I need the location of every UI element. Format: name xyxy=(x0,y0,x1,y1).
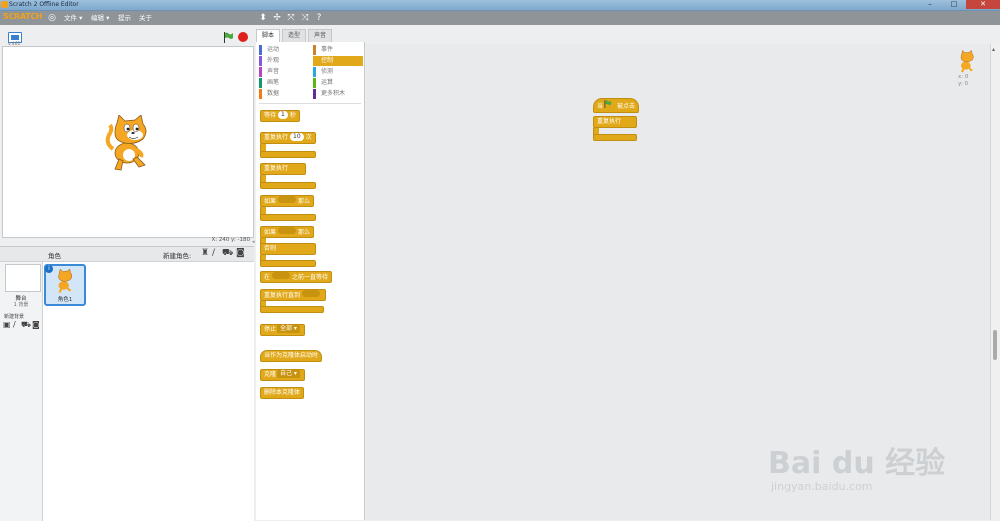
category-list: 运动 事件 外观 控制 声音 侦测 画笔 运算 数据 更多积木 xyxy=(259,45,363,100)
grow-icon[interactable]: ⤧ xyxy=(285,12,297,24)
baidu-watermark-url: jingyan.baidu.com xyxy=(771,480,873,493)
sprite-name: 角色1 xyxy=(57,297,73,303)
block-palette: 运动 事件 外观 控制 声音 侦测 画笔 运算 数据 更多积木 等待 1 秒 重复执行 10 次 重复执行… xyxy=(256,42,365,520)
block-when-clone-starts[interactable]: 当作为克隆体启动时 xyxy=(260,350,323,362)
cut-icon[interactable]: ✢ xyxy=(271,12,283,24)
scroll-thumb[interactable] xyxy=(993,330,997,360)
globe-icon[interactable]: ◎ xyxy=(46,12,58,24)
block-else: 否则 xyxy=(260,243,316,255)
block-stop[interactable]: 停止 全部 ▾ xyxy=(260,324,305,336)
shrink-icon[interactable]: ⤨ xyxy=(299,12,311,24)
menu-edit[interactable]: 编辑 ▾ xyxy=(91,11,109,25)
block-if-else[interactable]: 如果 那么 xyxy=(260,226,315,238)
script-scrollbar[interactable] xyxy=(990,44,1000,520)
category-3[interactable]: 控制 xyxy=(313,56,363,66)
category-4[interactable]: 声音 xyxy=(259,67,309,77)
sprite-library-icon[interactable]: ♜ xyxy=(201,248,209,258)
sprite-y: y: 0 xyxy=(958,81,968,87)
sprite-thumbnail[interactable]: i 角色1 xyxy=(44,264,86,306)
script-forever[interactable]: 重复执行 xyxy=(593,116,637,128)
camera-icon[interactable]: ◙ xyxy=(236,248,245,258)
duplicate-icon[interactable]: ⬍ xyxy=(257,12,269,24)
sprite-x: x: 0 xyxy=(958,74,969,80)
menu-about[interactable]: 关于 xyxy=(139,11,152,25)
editor-tabs: 脚本 造型 声音 xyxy=(256,27,366,42)
close-button[interactable]: ✕ xyxy=(966,0,1000,9)
category-1[interactable]: 事件 xyxy=(313,45,363,55)
menu-bar: SCRATCH ◎ 文件 ▾ 编辑 ▾ 提示 关于 ⬍ ✢ ⤧ ⤨ ? xyxy=(0,11,1000,25)
info-icon[interactable]: i xyxy=(45,265,53,273)
tab-sounds[interactable]: 声音 xyxy=(308,29,333,42)
stage-thumbnail-column: 舞台 1 背景 新建背景 ▣ / ⛟ ◙ xyxy=(0,262,43,521)
category-0[interactable]: 运动 xyxy=(259,45,309,55)
current-sprite-icon xyxy=(960,50,974,73)
block-if[interactable]: 如果 那么 xyxy=(260,195,315,207)
block-repeat[interactable]: 重复执行 10 次 xyxy=(260,132,316,144)
block-wait[interactable]: 等待 1 秒 xyxy=(260,110,300,122)
block-create-clone[interactable]: 克隆 自己 ▾ xyxy=(260,369,305,381)
window-title: Scratch 2 Offline Editor xyxy=(9,1,79,8)
minimize-button[interactable]: – xyxy=(918,0,942,9)
block-wait-until[interactable]: 在之前一直等待 xyxy=(260,271,333,283)
flag-icon xyxy=(603,99,617,114)
upload-backdrop-icon[interactable]: ⛟ xyxy=(21,320,31,330)
new-sprite-label: 新建角色: xyxy=(163,252,192,260)
paint-backdrop-icon[interactable]: / xyxy=(13,320,16,329)
sprite-pane: 角色 新建角色: ♜ / ⛟ ◙ 舞台 1 背景 新建背景 ▣ / ⛟ ◙ i … xyxy=(0,246,254,521)
paint-brush-icon[interactable]: / xyxy=(212,248,215,258)
mouse-coordinates: X: 240 y: -180 xyxy=(211,237,250,243)
stage-header: v.461 xyxy=(0,26,254,47)
tab-scripts[interactable]: 脚本 xyxy=(256,29,281,42)
baidu-watermark: Bai du 经验 xyxy=(768,446,946,481)
block-forever[interactable]: 重复执行 xyxy=(260,163,306,175)
upload-sprite-icon[interactable]: ⛟ xyxy=(222,248,233,259)
help-icon[interactable]: ? xyxy=(313,12,325,24)
sprite-cat-icon xyxy=(58,269,73,293)
backdrop-camera-icon[interactable]: ◙ xyxy=(32,320,40,329)
app-icon xyxy=(1,1,8,8)
green-flag-icon[interactable] xyxy=(223,32,233,43)
menu-file[interactable]: 文件 ▾ xyxy=(64,11,82,25)
cat-sprite[interactable] xyxy=(105,115,155,173)
block-repeat-until[interactable]: 重复执行直到 xyxy=(260,289,327,301)
backdrop-library-icon[interactable]: ▣ xyxy=(3,320,11,329)
category-5[interactable]: 侦测 xyxy=(313,67,363,77)
sprites-title: 角色 xyxy=(48,252,61,260)
category-2[interactable]: 外观 xyxy=(259,56,309,66)
menu-tips[interactable]: 提示 xyxy=(118,11,131,25)
category-8[interactable]: 数据 xyxy=(259,89,309,99)
maximize-button[interactable]: □ xyxy=(942,0,966,9)
scroll-up-icon[interactable]: ▴ xyxy=(992,46,995,53)
category-9[interactable]: 更多积木 xyxy=(313,89,363,99)
block-delete-clone[interactable]: 删除本克隆体 xyxy=(260,387,305,399)
stage-canvas[interactable] xyxy=(2,46,254,238)
collapse-arrow-icon[interactable]: ◂ xyxy=(252,239,255,245)
script-when-flag-clicked[interactable]: 当被点击 xyxy=(593,98,640,114)
scratch-logo: SCRATCH xyxy=(3,12,43,21)
stop-icon[interactable] xyxy=(238,32,248,42)
category-7[interactable]: 运算 xyxy=(313,78,363,88)
stage-thumbnail[interactable] xyxy=(5,264,41,292)
title-bar: Scratch 2 Offline Editor – □ ✕ xyxy=(0,0,1000,11)
new-backdrop-label: 新建背景 xyxy=(4,314,25,320)
tab-costumes[interactable]: 造型 xyxy=(282,29,307,42)
palette-divider xyxy=(259,103,361,104)
backdrop-count: 1 背景 xyxy=(13,302,29,308)
sprite-pane-header: 角色 新建角色: ♜ / ⛟ ◙ xyxy=(0,247,254,262)
category-6[interactable]: 画笔 xyxy=(259,78,309,88)
